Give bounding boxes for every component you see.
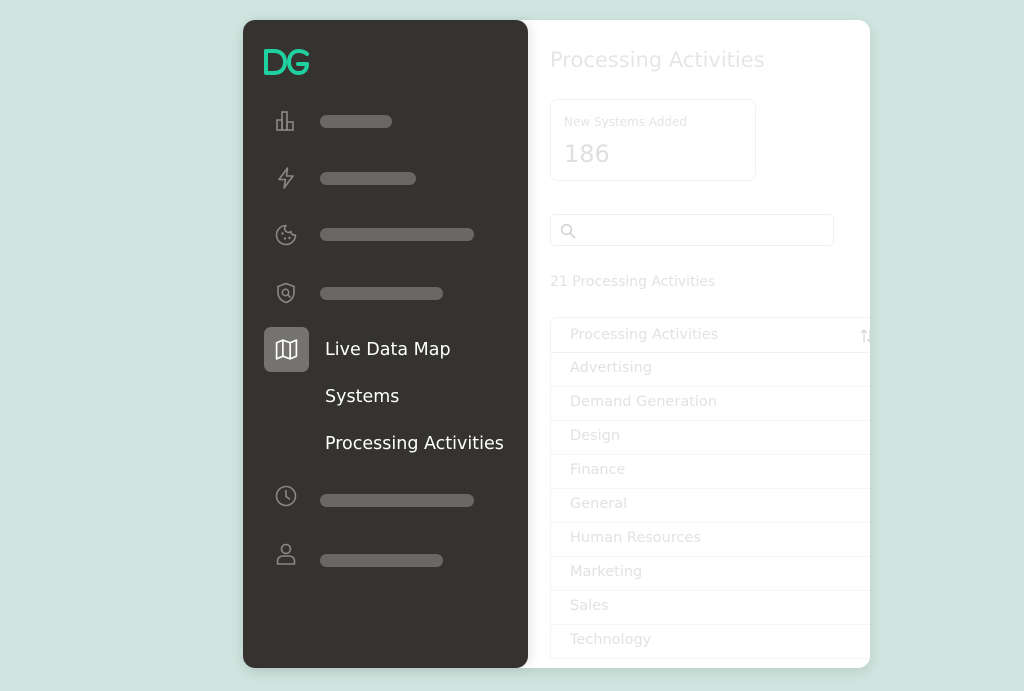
main-content: Processing Activities New Systems Added … [528,20,870,668]
table-cell: Technology [570,632,652,648]
table-cell: Finance [570,462,626,478]
table-row[interactable]: Technology [550,625,870,659]
table-cell: Human Resources [570,530,701,546]
table-cell: Advertising [570,360,653,376]
table-cell: Design [570,428,621,444]
lightning-icon[interactable] [274,166,298,190]
table-cell: Demand Generation [570,394,717,410]
map-icon [275,339,298,360]
nav-subitem-processing-activities[interactable]: Processing Activities [325,434,504,454]
search-icon [560,223,576,239]
table-row[interactable]: Design [550,421,870,455]
table-cell: Marketing [570,564,643,580]
sidebar: Live Data Map Systems Processing Activit… [243,20,528,668]
stat-card-new-systems: New Systems Added 186 [550,99,756,181]
column-header-processing-activities[interactable]: Processing Activities [570,327,718,343]
sort-icon[interactable] [860,328,870,344]
table-row[interactable]: Demand Generation [550,387,870,421]
cookie-icon[interactable] [274,223,298,247]
table-row[interactable]: General [550,489,870,523]
nav-item-live-data-map[interactable]: Live Data Map [325,340,451,360]
table-row[interactable]: Finance [550,455,870,489]
nav-item-placeholder-2[interactable] [320,172,416,185]
table-cell: General [570,496,628,512]
result-count: 21 Processing Activities [550,274,716,290]
table-row[interactable]: Marketing [550,557,870,591]
page-title: Processing Activities [550,48,765,72]
stat-card-value: 186 [564,140,610,168]
nav-item-placeholder-4[interactable] [320,287,443,300]
bar-chart-icon[interactable] [274,109,298,133]
dg-logo-icon[interactable] [264,48,310,76]
user-icon[interactable] [274,542,298,566]
table-row[interactable]: Human Resources [550,523,870,557]
table-cell: Sales [570,598,609,614]
shield-search-icon[interactable] [274,281,298,305]
nav-item-placeholder-6[interactable] [320,554,443,567]
nav-item-placeholder-1[interactable] [320,115,392,128]
nav-item-placeholder-5[interactable] [320,494,474,507]
processing-activities-table: Processing Activities Advertising Demand… [550,317,870,659]
table-row[interactable]: Sales [550,591,870,625]
search-input[interactable] [583,219,827,243]
table-row[interactable]: Advertising [550,353,870,387]
stat-card-label: New Systems Added [564,115,688,129]
table-header: Processing Activities [550,317,870,353]
nav-item-placeholder-3[interactable] [320,228,474,241]
nav-item-live-data-map-tile[interactable] [264,327,309,372]
search-box[interactable] [550,214,834,246]
clock-icon[interactable] [274,484,298,508]
nav-subitem-systems[interactable]: Systems [325,387,399,407]
